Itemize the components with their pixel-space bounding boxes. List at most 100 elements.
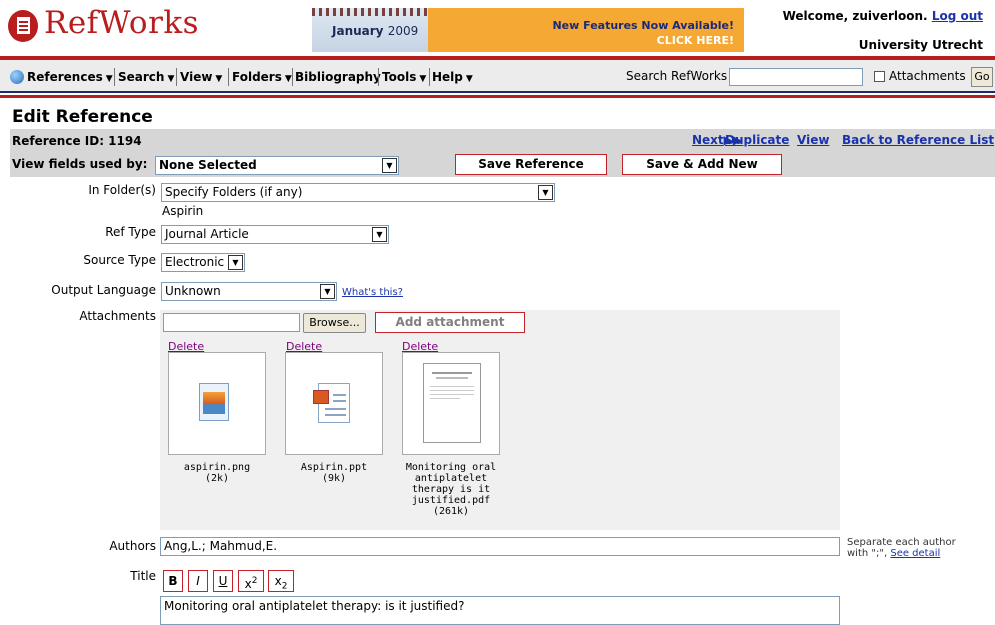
view-fields-select[interactable]: None Selected ▼ <box>155 156 399 175</box>
view-link[interactable]: View <box>797 133 829 147</box>
chevron-down-icon: ▼ <box>228 255 243 270</box>
attachment-thumbnail[interactable] <box>168 352 266 455</box>
attachment-filename: Aspirin.ppt <box>300 462 368 473</box>
menu-tools[interactable]: Tools ▼ <box>382 70 426 84</box>
attachments-checkbox[interactable] <box>874 71 885 82</box>
logout-link[interactable]: Log out <box>932 9 983 23</box>
new-features-banner[interactable]: January 2009 New Features Now Available!… <box>312 8 744 52</box>
banner-month: January <box>332 24 384 38</box>
menu-tools-label: Tools <box>382 70 417 84</box>
underline-button[interactable]: U <box>213 570 233 592</box>
menu-separator <box>114 68 115 86</box>
view-fields-label: View fields used by: <box>12 157 148 171</box>
search-label: Search RefWorks <box>626 69 728 83</box>
menu-bibliography[interactable]: Bibliography <box>295 70 381 84</box>
attachment-filesize: (2k) <box>204 473 230 484</box>
source-type-label: Source Type <box>83 253 156 267</box>
add-attachment-button[interactable]: Add attachment <box>375 312 525 333</box>
globe-icon <box>10 70 24 84</box>
menu-separator <box>176 68 177 86</box>
go-button[interactable]: Go <box>971 67 993 87</box>
output-language-value: Unknown <box>165 284 221 298</box>
back-to-list-link[interactable]: Back to Reference List <box>842 133 994 147</box>
menu-folders-label: Folders <box>232 70 282 84</box>
attachment-filesize: (9k) <box>321 473 347 484</box>
title-textarea[interactable]: Monitoring oral antiplatelet therapy: is… <box>160 596 840 625</box>
page-title: Edit Reference <box>12 107 153 127</box>
chevron-down-icon: ▼ <box>320 284 335 299</box>
bold-button[interactable]: B <box>163 570 183 592</box>
save-and-add-new-button[interactable]: Save & Add New <box>622 154 782 175</box>
banner-click-here[interactable]: CLICK HERE! <box>552 33 734 48</box>
authors-hint-line1: Separate each author <box>847 537 956 548</box>
menu-references[interactable]: References ▼ <box>27 70 113 84</box>
attachment-thumbnail[interactable] <box>402 352 500 455</box>
menu-separator <box>378 68 379 86</box>
authors-hint-line2: with ";", <box>847 548 888 559</box>
menu-references-label: References <box>27 70 103 84</box>
output-language-select[interactable]: Unknown ▼ <box>161 282 337 301</box>
welcome-text: Welcome, zuiverloon. <box>782 9 928 23</box>
pdf-page-preview-icon <box>423 363 481 443</box>
powerpoint-file-icon <box>313 383 350 423</box>
menu-separator <box>429 68 430 86</box>
chevron-down-icon: ▼ <box>105 74 113 84</box>
authors-label: Authors <box>109 539 156 553</box>
attachment-thumbnail[interactable] <box>285 352 383 455</box>
chevron-down-icon: ▼ <box>538 185 553 200</box>
reftype-select[interactable]: Journal Article ▼ <box>161 225 389 244</box>
see-detail-link[interactable]: See detail <box>890 548 940 559</box>
current-folder: Aspirin <box>162 204 204 218</box>
whats-this-link[interactable]: What's this? <box>342 287 403 298</box>
view-fields-value: None Selected <box>159 158 257 172</box>
attachment-filename-line: therapy is it <box>411 484 491 495</box>
refworks-logo-icon <box>8 10 38 42</box>
folders-select[interactable]: Specify Folders (if any) ▼ <box>161 183 555 202</box>
image-file-icon <box>199 383 229 421</box>
superscript-button[interactable]: x2 <box>238 570 264 592</box>
menu-view[interactable]: View ▼ <box>180 70 222 84</box>
menu-help[interactable]: Help ▼ <box>432 70 473 84</box>
reftype-value: Journal Article <box>165 227 249 241</box>
menu-bibliography-label: Bibliography <box>295 70 381 84</box>
browse-button[interactable]: Browse... <box>303 313 366 333</box>
chevron-down-icon: ▼ <box>167 74 175 84</box>
source-type-select[interactable]: Electronic ▼ <box>161 253 245 272</box>
chevron-down-icon: ▼ <box>465 74 473 84</box>
duplicate-link[interactable]: Duplicate <box>725 133 789 147</box>
subscript-2: 2 <box>281 581 288 592</box>
menu-search-label: Search <box>118 70 165 84</box>
source-type-value: Electronic <box>165 255 225 269</box>
attachments-checkbox-label: Attachments <box>889 69 966 83</box>
subscript-button[interactable]: x2 <box>268 570 294 592</box>
chevron-down-icon: ▼ <box>284 74 292 84</box>
italic-button[interactable]: I <box>188 570 208 592</box>
attachment-file-input[interactable] <box>163 313 300 332</box>
attachment-filename-line: antiplatelet <box>414 473 488 484</box>
chevron-down-icon: ▼ <box>372 227 387 242</box>
next-link-label: Next <box>692 133 724 147</box>
title-label: Title <box>130 569 156 583</box>
menu-separator <box>292 68 293 86</box>
attachments-label: Attachments <box>79 309 156 323</box>
superscript-x: x <box>244 577 252 591</box>
attachment-filename-line: justified.pdf <box>411 495 491 506</box>
superscript-2: 2 <box>251 576 258 586</box>
authors-hint: Separate each author with ";", See detai… <box>847 537 956 559</box>
menu-folders[interactable]: Folders ▼ <box>232 70 292 84</box>
chevron-down-icon: ▼ <box>215 74 223 84</box>
menu-search[interactable]: Search ▼ <box>118 70 174 84</box>
welcome-area: Welcome, zuiverloon. Log out <box>783 9 983 23</box>
output-language-label: Output Language <box>51 283 156 297</box>
chevron-down-icon: ▼ <box>382 158 397 173</box>
banner-year: 2009 <box>387 24 419 38</box>
institution-name: University Utrecht <box>858 38 983 52</box>
calendar-graphic: January 2009 <box>312 8 428 52</box>
attachment-filesize: (261k) <box>432 506 470 517</box>
menu-help-label: Help <box>432 70 463 84</box>
authors-input[interactable]: Ang,L.; Mahmud,E. <box>160 537 840 556</box>
reference-id: Reference ID: 1194 <box>12 134 142 148</box>
search-input[interactable] <box>729 68 863 86</box>
save-reference-button[interactable]: Save Reference <box>455 154 607 175</box>
folders-label: In Folder(s) <box>88 183 156 197</box>
